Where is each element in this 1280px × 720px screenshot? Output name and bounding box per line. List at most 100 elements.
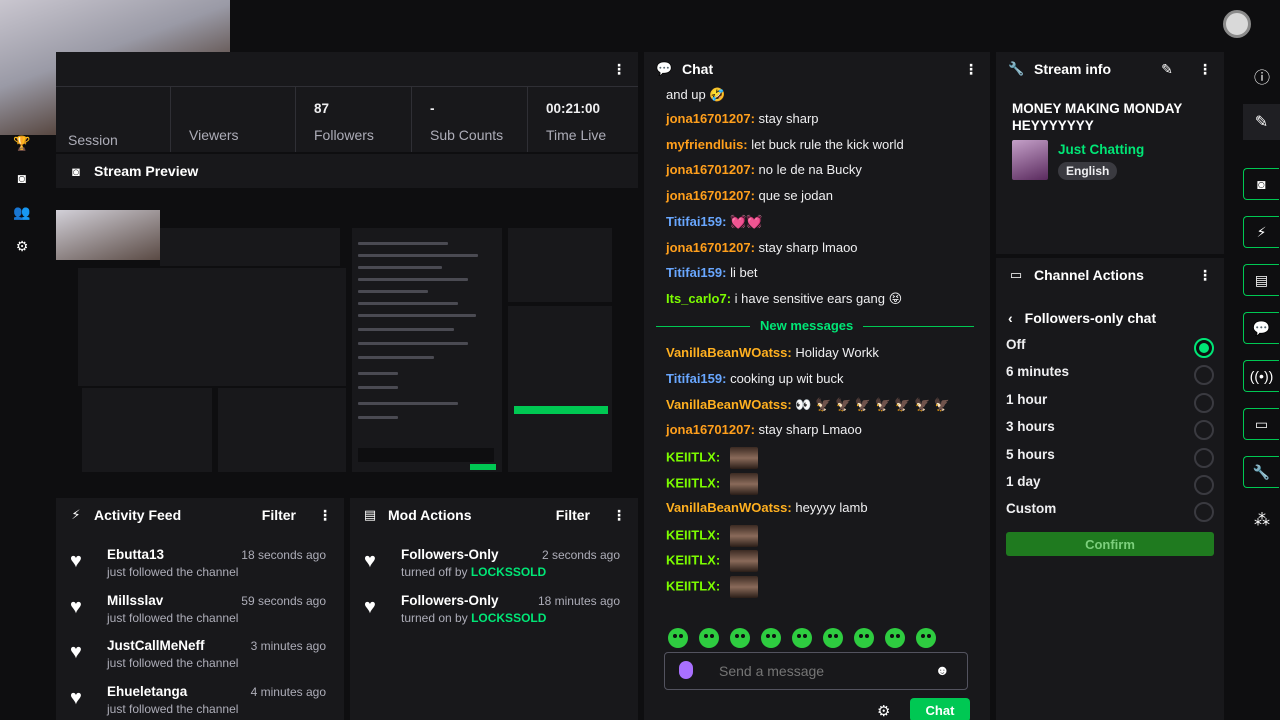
chat-username[interactable]: Titifai159 — [666, 214, 722, 229]
chat-username[interactable]: jona16701207 — [666, 422, 751, 437]
emote-icon[interactable] — [699, 628, 719, 648]
chat-text: cooking up wit buck — [730, 370, 844, 386]
emote-icon[interactable] — [792, 628, 812, 648]
chat-colon: : — [750, 111, 759, 126]
chat-header: 💬 Chat ⋮ — [644, 52, 990, 86]
wrench-rail-icon[interactable]: 🔧 — [1243, 456, 1279, 488]
chat-username[interactable]: Its_carlo7 — [666, 291, 727, 306]
category-thumbnail — [1012, 140, 1048, 180]
followers-duration-option[interactable]: Custom — [1006, 501, 1216, 523]
profile-badge-icon[interactable] — [1223, 10, 1251, 38]
lightning-icon: ⚡ — [71, 507, 81, 522]
users-icon[interactable]: 👥 — [10, 204, 34, 224]
edit-pencil-icon[interactable]: ✎ — [1160, 61, 1174, 78]
chat-messages[interactable]: and up 🤣 jona16701207: stay sharp myfrien… — [644, 86, 990, 622]
followers-duration-option[interactable]: 1 hour — [1006, 392, 1216, 414]
new-messages-label: New messages — [750, 318, 864, 333]
stream-info-menu-icon[interactable]: ⋮ — [1198, 61, 1212, 78]
chat-colon: : — [750, 422, 759, 438]
radio-button[interactable] — [1194, 502, 1214, 523]
radio-button[interactable] — [1194, 447, 1214, 468]
document-rail-icon[interactable]: ▤ — [1243, 264, 1279, 296]
activity-item: ♥ Ebutta13 18 seconds ago just followed … — [70, 547, 326, 579]
info-icon[interactable]: ⓘ — [1254, 64, 1270, 88]
followers-duration-option[interactable]: 6 minutes — [1006, 364, 1216, 386]
chat-title: Chat — [682, 61, 714, 77]
radio-button[interactable] — [1194, 392, 1214, 413]
chat-menu-icon[interactable]: ⋮ — [964, 61, 978, 78]
message-input-box[interactable]: ☻ — [664, 652, 968, 690]
chat-rail-icon[interactable]: 💬 — [1243, 312, 1279, 344]
chat-text: 💓💓 — [730, 213, 763, 229]
activity-filter-button[interactable]: Filter — [262, 507, 296, 523]
chat-colon: : — [715, 552, 724, 568]
stream-preview-video[interactable] — [56, 210, 638, 472]
emote-icon[interactable] — [885, 628, 905, 648]
emote-icon[interactable] — [730, 628, 750, 648]
emote-icon[interactable] — [854, 628, 874, 648]
chat-username[interactable]: KEIITLX — [666, 527, 716, 542]
broadcast-icon[interactable]: ((•)) — [1243, 360, 1279, 392]
chat-username[interactable]: jona16701207 — [666, 188, 751, 203]
radio-button[interactable] — [1194, 475, 1214, 495]
chat-username[interactable]: VanillaBeanWOatss — [666, 345, 787, 360]
edit-rail-button[interactable]: ✎ — [1243, 104, 1280, 140]
chat-message: Titifai159: 💓💓 — [666, 213, 974, 231]
moderator-name[interactable]: LOCKSSOLD — [471, 611, 546, 625]
chat-message: VanillaBeanWOatss: Holiday Workk — [666, 344, 974, 362]
message-input[interactable] — [719, 661, 919, 681]
chat-username[interactable]: jona16701207 — [666, 162, 751, 177]
heart-icon: ♥ — [70, 641, 82, 663]
confirm-button[interactable]: Confirm — [1006, 532, 1214, 556]
radio-button[interactable] — [1194, 365, 1214, 386]
chat-username[interactable]: KEIITLX — [666, 579, 716, 594]
screen-capture-icon[interactable]: ◙ — [1243, 168, 1279, 200]
chat-username[interactable]: jona16701207 — [666, 240, 751, 255]
radio-button[interactable] — [1194, 420, 1214, 441]
mod-filter-button[interactable]: Filter — [556, 507, 590, 523]
chat-username[interactable]: KEIITLX — [666, 553, 716, 568]
chat-username[interactable]: KEIITLX — [666, 450, 716, 465]
chat-message: jona16701207: que se jodan — [666, 187, 974, 205]
chevron-left-icon[interactable]: ‹ — [1008, 310, 1013, 326]
emote-image — [729, 576, 758, 599]
chat-text: Holiday Workk — [795, 345, 879, 360]
microphone-icon[interactable] — [679, 661, 693, 679]
followers-duration-option[interactable]: 1 day — [1006, 474, 1216, 496]
category-name[interactable]: Just Chatting — [1058, 142, 1144, 157]
trophy-icon[interactable]: 🏆 — [10, 135, 34, 155]
camera-icon[interactable]: ◙ — [10, 170, 34, 190]
chat-username[interactable]: Titifai159 — [666, 371, 722, 386]
lightning-rail-icon[interactable]: ⚡ — [1243, 216, 1279, 248]
mod-menu-icon[interactable]: ⋮ — [612, 507, 626, 524]
emote-icon[interactable] — [823, 628, 843, 648]
followers-only-back[interactable]: ‹ Followers-only chat — [1008, 310, 1156, 326]
chat-colon: : — [715, 527, 724, 543]
chat-send-button[interactable]: Chat — [910, 698, 970, 720]
gear-icon[interactable]: ⚙ — [10, 238, 34, 258]
emote-icon[interactable] — [916, 628, 936, 648]
radio-button[interactable] — [1194, 338, 1214, 358]
connections-icon[interactable]: ⁂ — [1254, 510, 1270, 530]
emote-icon[interactable] — [668, 628, 688, 648]
chat-username[interactable]: VanillaBeanWOatss — [666, 500, 787, 515]
chat-settings-icon[interactable]: ⚙ — [877, 702, 890, 720]
chat-username[interactable]: jona16701207 — [666, 111, 751, 126]
followers-duration-option[interactable]: 5 hours — [1006, 447, 1216, 469]
moderator-name[interactable]: LOCKSSOLD — [471, 565, 546, 579]
channel-actions-menu-icon[interactable]: ⋮ — [1198, 267, 1212, 284]
emoji-picker-icon[interactable]: ☻ — [935, 662, 950, 678]
chat-username[interactable]: myfriendluis — [666, 137, 743, 152]
stats-menu-icon[interactable]: ⋮ — [612, 61, 626, 78]
chat-username[interactable]: KEIITLX — [666, 475, 716, 490]
emote-icon[interactable] — [761, 628, 781, 648]
option-label: 6 minutes — [1006, 364, 1070, 380]
language-tag: English — [1058, 162, 1118, 180]
chat-username[interactable]: VanillaBeanWOatss — [666, 397, 787, 412]
followers-duration-option[interactable]: 3 hours — [1006, 419, 1216, 441]
stat-session: Session — [68, 132, 118, 148]
followers-duration-option[interactable]: Off — [1006, 337, 1216, 359]
channel-rail-icon[interactable]: ▭ — [1243, 408, 1279, 440]
chat-username[interactable]: Titifai159 — [666, 265, 722, 280]
activity-menu-icon[interactable]: ⋮ — [318, 507, 332, 524]
